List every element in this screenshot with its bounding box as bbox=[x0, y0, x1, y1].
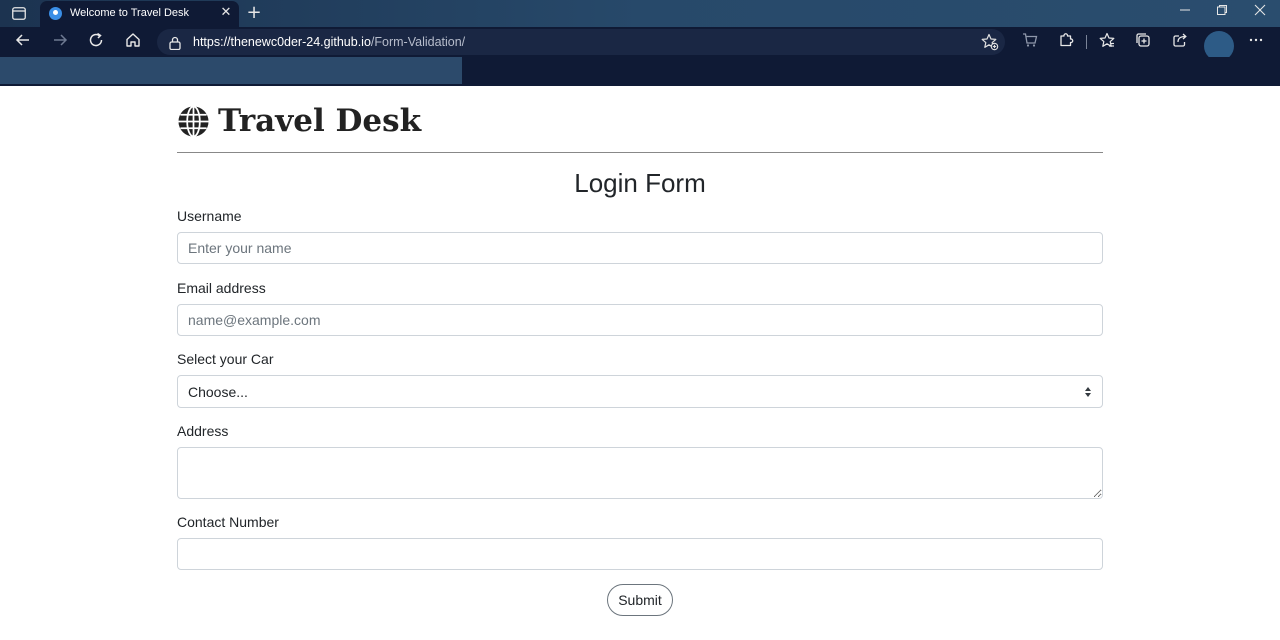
browser-tab-active[interactable]: Welcome to Travel Desk ✕ bbox=[40, 1, 239, 27]
url-text[interactable]: https://thenewc0der-24.github.io/Form-Va… bbox=[193, 35, 465, 49]
window-close-icon[interactable] bbox=[1251, 4, 1269, 22]
address-label: Address bbox=[177, 423, 229, 439]
email-label: Email address bbox=[177, 280, 266, 296]
refresh-icon[interactable] bbox=[86, 32, 106, 52]
shopping-cart-icon[interactable] bbox=[1020, 32, 1040, 52]
submit-button[interactable]: Submit bbox=[607, 584, 673, 616]
favorites-star-icon[interactable] bbox=[1097, 32, 1117, 52]
collections-icon[interactable] bbox=[1133, 32, 1153, 52]
tab-close-icon[interactable]: ✕ bbox=[219, 5, 233, 21]
car-select-value: Choose... bbox=[188, 384, 248, 400]
add-favorite-star-icon[interactable] bbox=[981, 33, 999, 51]
page-content: Travel Desk Login Form Username Email ad… bbox=[0, 86, 1280, 640]
browser-toolbar: https://thenewc0der-24.github.io/Form-Va… bbox=[0, 27, 1280, 57]
brand-name: Travel Desk bbox=[218, 103, 422, 139]
forward-arrow-icon[interactable] bbox=[50, 32, 70, 52]
address-bar[interactable]: https://thenewc0der-24.github.io/Form-Va… bbox=[157, 29, 1005, 55]
url-host: https://thenewc0der-24.github.io bbox=[193, 35, 371, 49]
email-input[interactable] bbox=[177, 304, 1103, 336]
select-updown-icon bbox=[1085, 387, 1091, 397]
site-favicon-icon bbox=[49, 7, 62, 20]
restore-icon[interactable] bbox=[1213, 4, 1231, 22]
globe-icon bbox=[178, 105, 209, 137]
brand-header: Travel Desk bbox=[177, 103, 421, 139]
toolbar-separator bbox=[1086, 35, 1087, 49]
tab-title: Welcome to Travel Desk bbox=[70, 7, 190, 19]
back-arrow-icon[interactable] bbox=[13, 32, 33, 52]
extensions-puzzle-icon[interactable] bbox=[1056, 32, 1076, 52]
contact-number-input[interactable] bbox=[177, 538, 1103, 570]
car-select[interactable]: Choose... bbox=[177, 375, 1103, 408]
contact-label: Contact Number bbox=[177, 514, 279, 530]
share-icon[interactable] bbox=[1170, 32, 1190, 52]
new-tab-icon[interactable]: + bbox=[246, 3, 262, 23]
url-path: /Form-Validation/ bbox=[370, 35, 466, 49]
lock-icon[interactable] bbox=[169, 35, 181, 51]
address-textarea[interactable] bbox=[177, 447, 1103, 499]
username-label: Username bbox=[177, 208, 242, 224]
home-icon[interactable] bbox=[123, 32, 143, 52]
car-label: Select your Car bbox=[177, 351, 274, 367]
more-options-icon[interactable] bbox=[1246, 32, 1266, 52]
minimize-icon[interactable] bbox=[1176, 4, 1194, 22]
favorites-bar-item[interactable] bbox=[0, 57, 462, 84]
browser-tabstrip: Welcome to Travel Desk ✕ + bbox=[0, 0, 1280, 27]
favorites-bar bbox=[0, 57, 1280, 86]
tab-actions-icon[interactable] bbox=[10, 5, 28, 22]
username-input[interactable] bbox=[177, 232, 1103, 264]
header-divider bbox=[177, 152, 1103, 153]
page-title: Login Form bbox=[574, 168, 706, 198]
